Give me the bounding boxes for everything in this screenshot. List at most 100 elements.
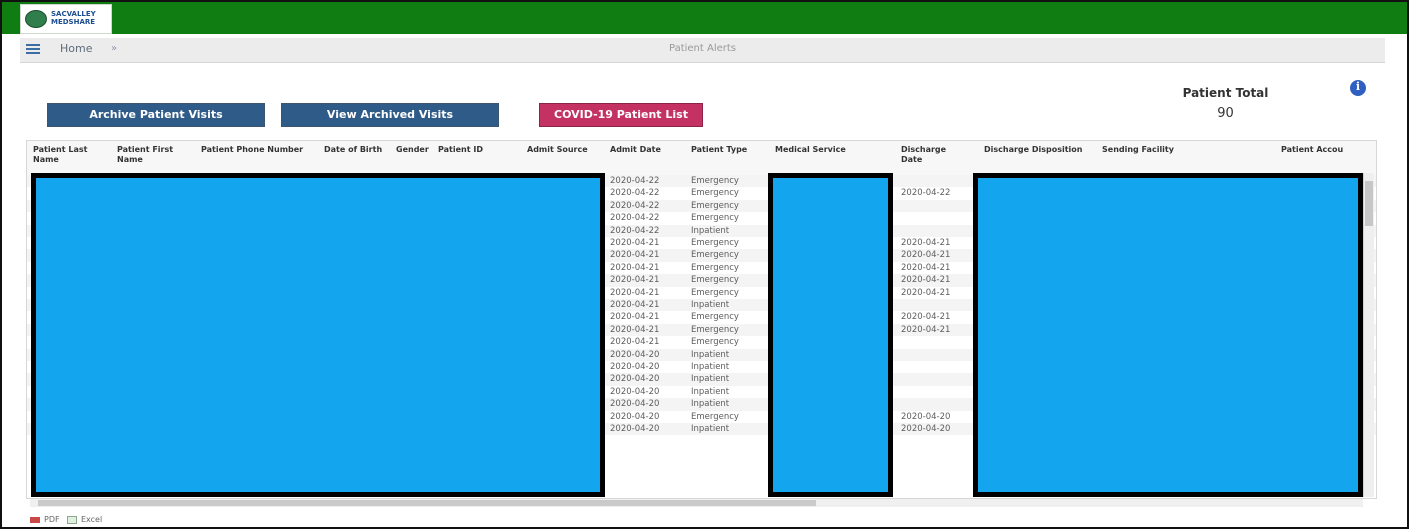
patient-type-cell: Emergency [691, 275, 739, 286]
top-brand-bar: SACVALLEY MEDSHARE [2, 2, 1407, 34]
patient-type-cell: Emergency [691, 324, 739, 335]
admit-date-cell: 2020-04-20 [610, 399, 660, 410]
page-title: Patient Alerts [668, 43, 736, 54]
patient-type-cell: Inpatient [691, 349, 730, 360]
column-discharge-disposition[interactable]: Discharge Disposition [984, 145, 1099, 155]
patient-type-cell: Inpatient [691, 225, 730, 236]
patient-type-cell: Emergency [691, 250, 739, 261]
covid-19-patient-list-button[interactable]: COVID-19 Patient List [539, 103, 703, 127]
column-label: Date of Birth [324, 145, 383, 154]
column-label: Patient ID [438, 145, 483, 154]
column-label: Sending Facility [1102, 145, 1174, 154]
admit-date-cell: 2020-04-22 [610, 176, 660, 186]
column-patient-id[interactable]: Patient ID [438, 145, 498, 155]
column-label: Patient Phone Number [201, 145, 304, 154]
patient-type-cell: Emergency [691, 238, 739, 248]
patient-type-cell: Inpatient [691, 386, 730, 397]
redacted-medical-service-block [768, 173, 893, 497]
excel-label: Excel [81, 515, 103, 524]
admit-date-cell: 2020-04-22 [610, 225, 660, 236]
discharge-date-cell: 2020-04-21 [901, 324, 951, 335]
navigation-bar: Home » Patient Alerts [20, 38, 1385, 63]
column-sending-facility[interactable]: Sending Facility [1102, 145, 1197, 155]
admit-date-cell: 2020-04-20 [610, 349, 660, 360]
excel-icon [67, 516, 77, 524]
admit-date-cell: 2020-04-20 [610, 411, 660, 422]
column-admit-source[interactable]: Admit Source [527, 145, 597, 155]
discharge-date-cell: 2020-04-20 [901, 411, 951, 422]
pdf-icon [30, 517, 40, 523]
admit-date-cell: 2020-04-22 [610, 213, 660, 224]
archive-patient-visits-button[interactable]: Archive Patient Visits [47, 103, 265, 127]
column-date-of-birth[interactable]: Date of Birth [324, 145, 389, 155]
horizontal-scroll-thumb[interactable] [38, 500, 816, 506]
patient-total-label: Patient Total [1182, 86, 1269, 100]
brand-name: SACVALLEY MEDSHARE [51, 10, 96, 26]
discharge-date-cell: 2020-04-21 [901, 275, 951, 286]
column-patient-account[interactable]: Patient Accou [1281, 145, 1361, 155]
column-label: Gender [396, 145, 429, 154]
patient-type-cell: Inpatient [691, 399, 730, 410]
discharge-date-cell: 2020-04-21 [901, 287, 951, 298]
table-header: Patient Last Name Patient First Name Pat… [27, 141, 1376, 176]
column-discharge-date[interactable]: Discharge Date [901, 145, 951, 165]
patient-type-cell: Emergency [691, 176, 739, 186]
patient-type-cell: Inpatient [691, 362, 730, 372]
column-patient-last-name[interactable]: Patient Last Name [33, 145, 95, 165]
admit-date-cell: 2020-04-22 [610, 188, 660, 199]
discharge-date-cell: 2020-04-21 [901, 262, 951, 273]
column-admit-date[interactable]: Admit Date [610, 145, 670, 155]
patient-type-cell: Emergency [691, 188, 739, 199]
admit-date-cell: 2020-04-20 [610, 374, 660, 385]
patient-total-value: 90 [1217, 106, 1234, 121]
vertical-scrollbar[interactable] [1363, 173, 1374, 497]
column-medical-service[interactable]: Medical Service [775, 145, 865, 155]
excel-export[interactable]: Excel [67, 515, 102, 524]
admit-date-cell: 2020-04-20 [610, 386, 660, 397]
column-gender[interactable]: Gender [396, 145, 434, 155]
discharge-date-cell: 2020-04-22 [901, 188, 951, 199]
admit-date-cell: 2020-04-21 [610, 287, 660, 298]
column-label: Patient Last Name [33, 145, 88, 164]
brand-line-2: MEDSHARE [51, 18, 96, 26]
info-icon[interactable]: i [1350, 80, 1366, 96]
column-label: Medical Service [775, 145, 846, 154]
column-label: Discharge Disposition [984, 145, 1083, 154]
discharge-date-cell: 2020-04-21 [901, 250, 951, 261]
patient-type-cell: Emergency [691, 312, 739, 323]
view-archived-visits-button[interactable]: View Archived Visits [281, 103, 499, 127]
discharge-date-cell: 2020-04-21 [901, 312, 951, 323]
admit-date-cell: 2020-04-20 [610, 362, 660, 372]
patient-type-cell: Emergency [691, 287, 739, 298]
admit-date-cell: 2020-04-21 [610, 300, 660, 310]
patient-type-cell: Emergency [691, 337, 739, 348]
column-patient-first-name[interactable]: Patient First Name [117, 145, 179, 165]
column-patient-phone-number[interactable]: Patient Phone Number [201, 145, 321, 155]
patient-type-cell: Inpatient [691, 300, 730, 310]
discharge-date-cell: 2020-04-21 [901, 238, 951, 248]
admit-date-cell: 2020-04-21 [610, 324, 660, 335]
admit-date-cell: 2020-04-21 [610, 312, 660, 323]
patient-type-cell: Emergency [691, 213, 739, 224]
brand-logo[interactable]: SACVALLEY MEDSHARE [20, 4, 112, 34]
admit-date-cell: 2020-04-21 [610, 275, 660, 286]
column-label: Patient Accou [1281, 145, 1344, 154]
patient-type-cell: Emergency [691, 200, 739, 211]
pdf-export[interactable]: PDF [30, 515, 60, 524]
admit-date-cell: 2020-04-21 [610, 238, 660, 248]
medshare-logo-icon [25, 10, 47, 28]
column-label: Patient First Name [117, 145, 174, 164]
pdf-label: PDF [44, 515, 60, 524]
admit-date-cell: 2020-04-21 [610, 250, 660, 261]
column-label: Patient Type [691, 145, 748, 154]
admit-date-cell: 2020-04-22 [610, 200, 660, 211]
patient-type-cell: Inpatient [691, 374, 730, 385]
vertical-scroll-thumb[interactable] [1365, 181, 1373, 226]
column-label: Admit Source [527, 145, 588, 154]
horizontal-scrollbar[interactable] [30, 499, 1363, 507]
patient-type-cell: Emergency [691, 411, 739, 422]
patient-type-cell: Emergency [691, 262, 739, 273]
brand-line-1: SACVALLEY [51, 10, 96, 18]
column-patient-type[interactable]: Patient Type [691, 145, 761, 155]
admit-date-cell: 2020-04-20 [610, 424, 660, 434]
